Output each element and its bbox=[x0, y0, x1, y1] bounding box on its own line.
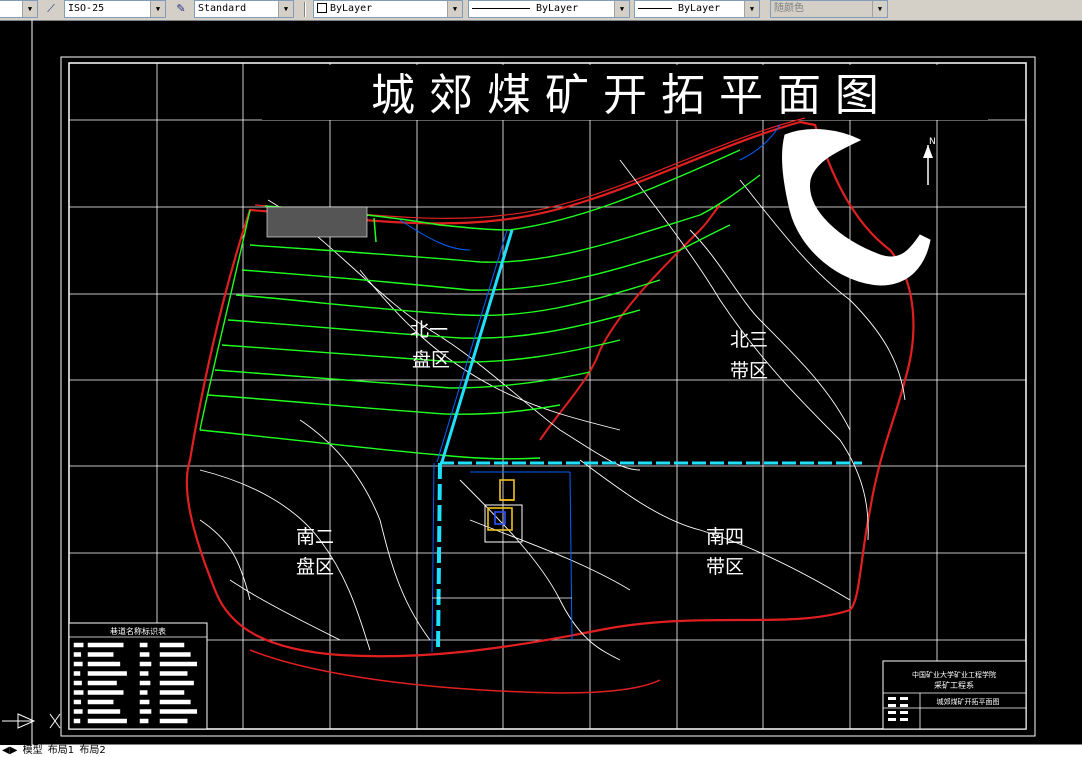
zone-north3-line2: 带区 bbox=[730, 360, 768, 382]
legend-row-mark bbox=[73, 680, 82, 686]
legend-row-mark bbox=[87, 652, 114, 657]
titleblock-dept: 采矿工程系 bbox=[934, 680, 974, 690]
ucs-icon bbox=[2, 713, 61, 729]
legend-row-mark bbox=[159, 690, 185, 695]
legend-row-mark bbox=[73, 718, 81, 724]
text-style-icon[interactable]: ✎ bbox=[172, 0, 190, 18]
legend-row-mark bbox=[87, 680, 117, 686]
legend-row-mark bbox=[159, 671, 188, 676]
legend-row-mark bbox=[139, 690, 148, 695]
dimension-style-icon[interactable]: ⟋ bbox=[42, 0, 60, 18]
legend-row-mark bbox=[87, 718, 127, 724]
drawing-title: 城 郊 煤 矿 开 拓 平 面 图 bbox=[371, 70, 879, 121]
titleblock-school: 中国矿业大学矿业工程学院 bbox=[912, 670, 996, 679]
legend-row-mark bbox=[87, 709, 121, 714]
color-dropdown[interactable]: ByLayer ▼ bbox=[313, 0, 463, 18]
legend-row-mark bbox=[73, 652, 82, 657]
plotstyle-value: 随颜色 bbox=[774, 3, 804, 14]
drawing-canvas[interactable]: 城 郊 煤 矿 开 拓 平 面 图 N 北一 盘区 北三 带区 南二 盘区 南四… bbox=[0, 20, 1082, 745]
legend-row-mark bbox=[139, 671, 149, 676]
legend-row-mark bbox=[139, 642, 148, 648]
legend-row-mark bbox=[73, 671, 81, 676]
legend-row-mark bbox=[139, 699, 150, 705]
boundary-outlier bbox=[249, 649, 661, 694]
legend-table: 巷道名称标识表 bbox=[68, 622, 208, 730]
tab-layout1[interactable]: 布局1 bbox=[48, 745, 74, 756]
legend-row-mark bbox=[139, 652, 150, 657]
legend-row-mark bbox=[159, 642, 185, 648]
north-label: N bbox=[929, 137, 936, 147]
zone-south2-line1: 南二 bbox=[296, 526, 334, 548]
toolbar-leading-dropdown[interactable]: ▼ bbox=[0, 0, 38, 18]
zone-south4-line1: 南四 bbox=[706, 526, 744, 548]
tab-layout2[interactable]: 布局2 bbox=[79, 745, 105, 756]
plotstyle-dropdown: 随颜色 ▼ bbox=[770, 0, 888, 18]
legend-row-mark bbox=[159, 661, 198, 667]
toolbar-separator bbox=[304, 2, 306, 17]
legend-row-mark bbox=[73, 642, 84, 648]
tab-model[interactable]: 模型 bbox=[23, 745, 43, 756]
legend-row-mark bbox=[139, 718, 149, 724]
textstyle-dropdown[interactable]: Standard ▼ bbox=[194, 0, 294, 18]
linetype-dropdown[interactable]: ByLayer ▼ bbox=[468, 0, 630, 18]
legend-row-mark bbox=[87, 661, 121, 667]
titleblock-drawing-name: 城郊煤矿开拓平面图 bbox=[937, 697, 1000, 706]
zone-south2-line2: 盘区 bbox=[296, 556, 334, 578]
legend-row-mark bbox=[73, 661, 83, 667]
legend-row-mark bbox=[73, 699, 82, 705]
linetype-value: ByLayer bbox=[536, 3, 579, 14]
north-arrow: N bbox=[923, 137, 936, 185]
properties-toolbar: ▼ ⟋ ISO-25 ▼ ✎ Standard ▼ ByLayer ▼ ByLa… bbox=[0, 0, 1082, 21]
legend-row-mark bbox=[159, 709, 198, 714]
color-value: ByLayer bbox=[330, 3, 373, 14]
goaf-hatch bbox=[266, 206, 368, 238]
lineweight-dropdown[interactable]: ByLayer ▼ bbox=[634, 0, 760, 18]
legend-title: 巷道名称标识表 bbox=[110, 626, 166, 636]
mine-boundary-inner bbox=[254, 117, 806, 219]
dimstyle-dropdown[interactable]: ISO-25 ▼ bbox=[64, 0, 166, 18]
zone-north3-line1: 北三 bbox=[730, 329, 768, 351]
color-swatch-icon bbox=[317, 3, 327, 13]
textstyle-value: Standard bbox=[198, 3, 247, 14]
legend-row-mark bbox=[87, 671, 127, 676]
legend-row-mark bbox=[159, 718, 188, 724]
linetype-sample-icon bbox=[472, 7, 530, 9]
legend-row-mark bbox=[87, 699, 114, 705]
zone-north1-line1: 北一 bbox=[410, 319, 448, 341]
mining-roadways bbox=[199, 149, 761, 460]
legend-row-mark bbox=[139, 709, 152, 714]
legend-row-mark bbox=[73, 709, 83, 714]
lineweight-value: ByLayer bbox=[678, 3, 721, 14]
title-block: 中国矿业大学矿业工程学院 采矿工程系 城郊煤矿开拓平面图 bbox=[882, 660, 1027, 730]
legend-row-mark bbox=[87, 642, 124, 648]
layout-tabs: ◀▶ 模型 布局1 布局2 bbox=[0, 745, 1082, 757]
legend-row-mark bbox=[139, 680, 151, 686]
fault-line bbox=[539, 204, 721, 441]
legend-row-mark bbox=[139, 661, 152, 667]
legend-row-mark bbox=[73, 690, 84, 695]
legend-row-mark bbox=[159, 652, 191, 657]
dimstyle-value: ISO-25 bbox=[68, 3, 105, 14]
zone-north1-line2: 盘区 bbox=[412, 349, 450, 371]
legend-row-mark bbox=[159, 699, 191, 705]
zone-south4-line2: 带区 bbox=[706, 556, 744, 578]
lineweight-sample-icon bbox=[638, 7, 672, 9]
legend-row-mark bbox=[159, 680, 194, 686]
legend-row-mark bbox=[87, 690, 124, 695]
